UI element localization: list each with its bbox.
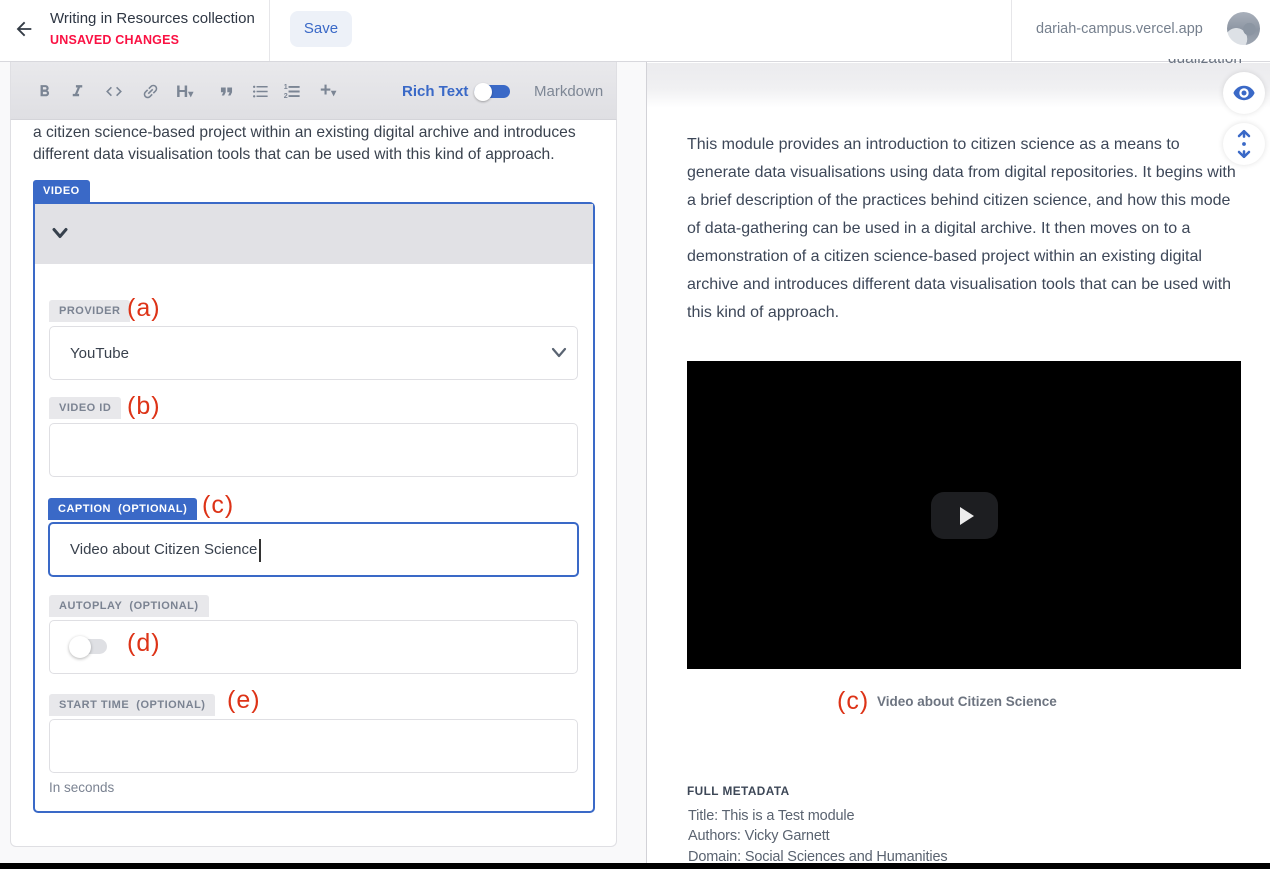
svg-text:1: 1	[284, 83, 288, 91]
svg-text:2: 2	[284, 92, 288, 100]
